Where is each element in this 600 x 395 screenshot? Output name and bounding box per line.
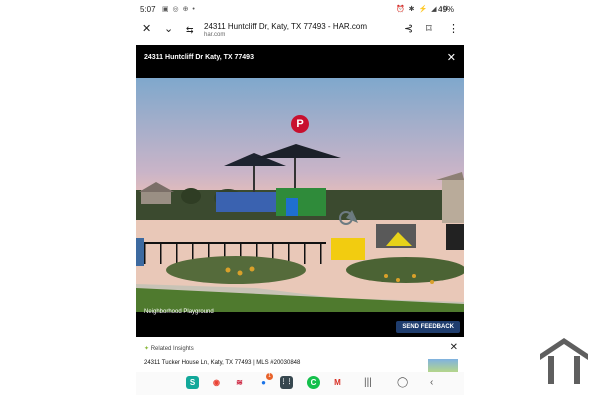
related-insights-title: Related Insights <box>150 346 194 352</box>
app-drawer-icon[interactable]: ⋮⋮ <box>280 376 293 389</box>
messages-badge: 1 <box>266 373 273 380</box>
status-bar: 5:07 ▣ ◎ ⊕ • ⏰ ✱ ⚡ ◢ ıll 49% <box>0 0 600 18</box>
related-insights-label: ✦ Related Insights <box>144 345 194 352</box>
send-feedback-button[interactable]: SEND FEEDBACK <box>396 321 460 333</box>
insights-close-icon[interactable]: ✕ <box>450 342 458 353</box>
photo-gallery-modal: 24311 Huntcliff Dr Katy, TX 77493 ✕ P Ne… <box>136 45 464 337</box>
bank-of-america-icon[interactable]: ≋ <box>233 376 246 389</box>
pinterest-save-button[interactable]: P <box>291 115 309 133</box>
related-listing-thumbnail[interactable] <box>428 359 458 372</box>
battery-level: 49% <box>438 5 455 14</box>
home-icon[interactable]: ◯ <box>397 377 408 388</box>
related-insights-panel: ✦ Related Insights ✕ 24311 Tucker House … <box>136 340 464 372</box>
page-domain: har.com <box>204 32 226 38</box>
share-icon[interactable]: ⊰ <box>404 22 413 36</box>
site-settings-icon[interactable]: ⇆ <box>186 23 194 37</box>
notification-icons: ▣ ◎ ⊕ • <box>162 6 196 13</box>
gallery-photo[interactable]: P <box>136 78 464 312</box>
samsung-wallet-icon[interactable]: S <box>186 376 199 389</box>
close-icon[interactable]: ✕ <box>142 22 151 36</box>
gmail-icon[interactable]: M <box>331 376 344 389</box>
google-maps-icon[interactable]: ◉ <box>210 376 223 389</box>
cash-app-icon[interactable]: C <box>307 376 320 389</box>
insights-bulb-icon: ✦ <box>144 346 150 352</box>
status-time: 5:07 <box>140 5 156 14</box>
more-options-icon[interactable]: ⋮ <box>448 22 459 36</box>
playground-photo-illustration <box>136 144 464 312</box>
page-title: 24311 Huntcliff Dr, Katy, TX 77493 - HAR… <box>204 22 368 31</box>
chevron-down-icon[interactable]: ⌄ <box>164 22 173 36</box>
gallery-close-icon[interactable]: ✕ <box>447 51 456 64</box>
bookmark-icon[interactable]: ⌑ <box>426 22 432 36</box>
browser-toolbar: ✕ ⌄ ⇆ 24311 Huntcliff Dr, Katy, TX 77493… <box>136 18 464 44</box>
back-icon[interactable]: ‹ <box>430 377 433 388</box>
photo-caption: Neighborhood Playground <box>144 309 214 315</box>
related-listing-link[interactable]: 24311 Tucker House Ln, Katy, TX 77493 | … <box>144 360 300 366</box>
recent-apps-icon[interactable]: ||| <box>364 377 372 388</box>
gallery-header-title: 24311 Huntcliff Dr Katy, TX 77493 <box>144 54 254 61</box>
system-navigation-bar: S ◉ ≋ ● 1 ⋮⋮ C M ||| ◯ ‹ <box>136 372 464 395</box>
house-logo-icon <box>540 338 588 384</box>
